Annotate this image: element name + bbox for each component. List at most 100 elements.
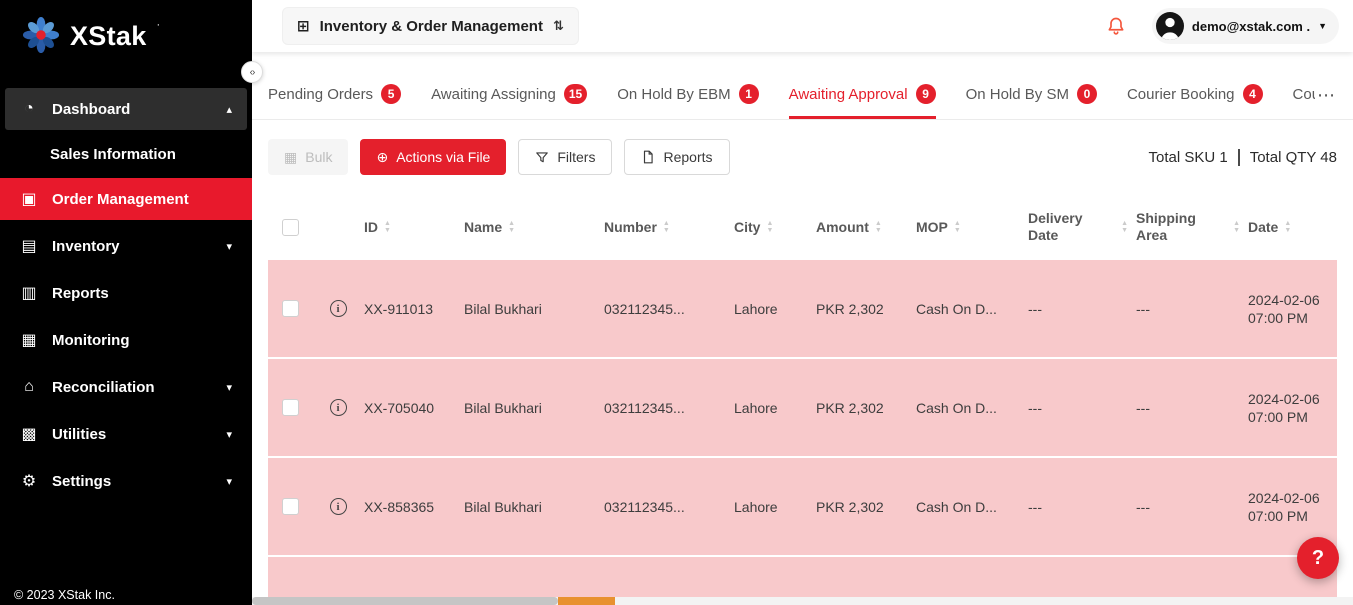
sidebar-collapse-button[interactable]: ‹› [241, 61, 263, 83]
column-header-label: Delivery Date [1028, 210, 1115, 244]
sort-icon[interactable]: ▲▼ [766, 220, 773, 234]
app-switcher-label: Inventory & Order Management [320, 18, 543, 35]
sort-up-icon: ▲ [508, 220, 515, 227]
scrollbar-marker [558, 597, 615, 605]
sidebar-item-label: Reports [52, 285, 109, 302]
inventory-icon: ▤ [20, 236, 38, 256]
sidebar-item-settings[interactable]: ⚙Settings▾ [0, 460, 252, 502]
tab-on-hold-by-ebm[interactable]: On Hold By EBM 1 [617, 72, 758, 119]
topbar: ⊞ Inventory & Order Management ⇅ [252, 0, 1353, 52]
cell-shipping_area: --- [1136, 300, 1248, 318]
column-header-shipping_area: Shipping Area ▲▼ [1136, 210, 1248, 244]
tab-awaiting-approval[interactable]: Awaiting Approval9 [789, 72, 936, 119]
row-checkbox[interactable] [282, 498, 299, 515]
cell-city: Lahore [734, 300, 816, 318]
reconciliation-icon: ⌂ [20, 378, 38, 396]
tab-awaiting-assigning[interactable]: Awaiting Assigning15 [431, 72, 587, 119]
row-info-cell: i [312, 399, 364, 416]
target-icon: ⊕ [376, 149, 388, 166]
tab-pending-orders[interactable]: Pending Orders5 [268, 72, 401, 119]
brand[interactable]: XStak · [0, 0, 252, 64]
cell-name: Bilal Bukhari [464, 399, 604, 417]
column-header-delivery_date: Delivery Date ▲▼ [1028, 210, 1136, 244]
sidebar-item-utilities[interactable]: ▩Utilities▾ [0, 413, 252, 455]
sort-icon[interactable]: ▲▼ [954, 220, 961, 234]
header-select-cell [268, 219, 312, 236]
sidebar-item-sales-information[interactable]: Sales Information [0, 135, 252, 173]
tab-on-hold-by-sm[interactable]: On Hold By SM0 [966, 72, 1097, 119]
tab-count-badge: 4 [1243, 84, 1263, 104]
sidebar-item-dashboard[interactable]: ◔Dashboard▴ [5, 88, 247, 130]
content: Pending Orders5 Awaiting Assigning15 On Ho… [252, 52, 1353, 605]
sidebar-item-label: Dashboard [52, 101, 130, 118]
actions-via-file-button[interactable]: ⊕ Actions via File [360, 139, 506, 175]
reports-button[interactable]: Reports [624, 139, 729, 175]
cell-mop: Cash On D... [916, 498, 1028, 516]
notifications-bell-icon[interactable] [1106, 16, 1126, 36]
sidebar-item-inventory[interactable]: ▤Inventory▾ [0, 225, 252, 267]
sidebar-item-reports[interactable]: ▥Reports [0, 272, 252, 314]
sidebar-item-label: Reconciliation [52, 379, 155, 396]
sort-down-icon: ▼ [875, 227, 882, 234]
bulk-button[interactable]: ▦ Bulk [268, 139, 348, 175]
sort-up-icon: ▲ [663, 220, 670, 227]
table-row[interactable]: iXX-858365Bilal Bukhari032112345...Lahor… [268, 458, 1337, 557]
sort-icon[interactable]: ▲▼ [508, 220, 515, 234]
cell-id: XX-858365 [364, 498, 464, 516]
sidebar-item-label: Utilities [52, 426, 106, 443]
bulk-icon: ▦ [284, 149, 297, 166]
tabs-overflow-button[interactable]: ⋯ [1315, 72, 1337, 119]
tab-courier-booking[interactable]: Courier Booking4 [1127, 72, 1263, 119]
user-menu[interactable]: demo@xstak.com . ▼ [1152, 8, 1339, 44]
sidebar-item-order-management[interactable]: ▣Order Management [0, 178, 252, 220]
cell-city: Lahore [734, 399, 816, 417]
column-header-amount: Amount▲▼ [816, 219, 916, 236]
table-row[interactable]: iXX-911013Bilal Bukhari032112345...Lahor… [268, 260, 1337, 359]
cell-delivery_date: --- [1028, 498, 1136, 516]
select-all-checkbox[interactable] [282, 219, 299, 236]
info-icon[interactable]: i [330, 399, 347, 416]
cell-amount: PKR 2,302 [816, 498, 916, 516]
filter-funnel-icon [535, 150, 549, 164]
sort-down-icon: ▼ [766, 227, 773, 234]
tab-courier-proc[interactable]: Courier Proc [1293, 72, 1315, 119]
sort-icon[interactable]: ▲▼ [663, 220, 670, 234]
info-icon[interactable]: i [330, 300, 347, 317]
column-header-label: Shipping Area [1136, 210, 1227, 244]
sort-down-icon: ▼ [1121, 227, 1128, 234]
filters-button[interactable]: Filters [518, 139, 612, 175]
info-icon[interactable]: i [330, 498, 347, 515]
sidebar-item-reconciliation[interactable]: ⌂Reconciliation▾ [0, 366, 252, 408]
sort-icon[interactable]: ▲▼ [1121, 220, 1128, 234]
row-select-cell [268, 399, 312, 416]
sort-icon[interactable]: ▲▼ [384, 220, 391, 234]
sort-down-icon: ▼ [954, 227, 961, 234]
tab-count-badge: 0 [1077, 84, 1097, 104]
sort-icon[interactable]: ▲▼ [1284, 220, 1291, 234]
bulk-label: Bulk [305, 149, 332, 165]
settings-icon: ⚙ [20, 471, 38, 491]
sidebar-item-monitoring[interactable]: ▦Monitoring [0, 319, 252, 361]
scrollbar-thumb[interactable] [252, 597, 558, 605]
column-header-label: MOP [916, 219, 948, 236]
toolbar: ▦ Bulk ⊕ Actions via File Filters [252, 120, 1353, 194]
help-button[interactable]: ? [1297, 537, 1339, 579]
row-info-cell: i [312, 498, 364, 515]
tab-label: Courier Proc [1293, 86, 1315, 103]
tab-count-badge: 9 [916, 84, 936, 104]
row-checkbox[interactable] [282, 399, 299, 416]
orders-table: ID▲▼Name▲▼Number▲▼City▲▼Amount▲▼MOP▲▼Del… [252, 194, 1353, 605]
row-info-cell: i [312, 300, 364, 317]
sort-icon[interactable]: ▲▼ [875, 220, 882, 234]
app-switcher[interactable]: ⊞ Inventory & Order Management ⇅ [282, 7, 579, 45]
horizontal-scrollbar[interactable] [252, 597, 1353, 605]
column-header-label: City [734, 219, 760, 236]
tab-count-badge: 1 [739, 84, 759, 104]
sort-icon[interactable]: ▲▼ [1233, 220, 1240, 234]
sort-up-icon: ▲ [766, 220, 773, 227]
cell-name: Bilal Bukhari [464, 498, 604, 516]
table-row[interactable]: iXX-705040Bilal Bukhari032112345...Lahor… [268, 359, 1337, 458]
sidebar-item-label: Inventory [52, 238, 120, 255]
tab-label: On Hold By EBM [617, 86, 730, 103]
row-checkbox[interactable] [282, 300, 299, 317]
